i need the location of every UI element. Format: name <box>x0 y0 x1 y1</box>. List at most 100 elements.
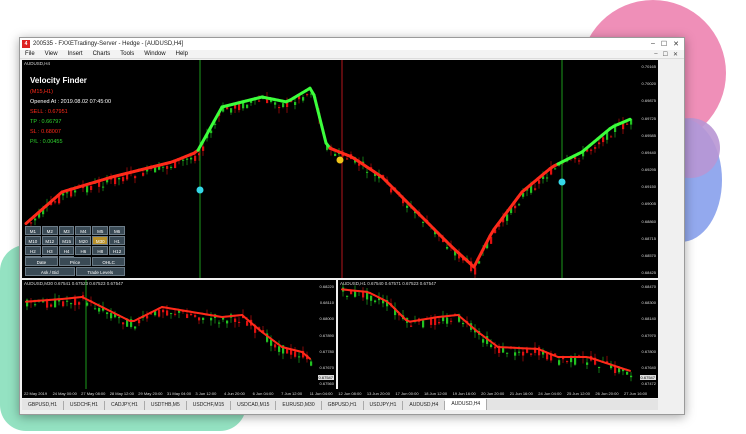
candle-body <box>118 317 121 319</box>
candle-body <box>278 346 281 352</box>
candle-body <box>202 317 205 320</box>
candle-body <box>554 168 557 170</box>
menu-window[interactable]: Window <box>139 51 170 57</box>
timeframe-button-m30[interactable]: M30 <box>92 236 109 245</box>
price-tick-label: 0.69005 <box>641 201 656 207</box>
menu-bar: File View Insert Charts Tools Window Hel… <box>20 50 684 59</box>
chart-tab[interactable]: GBPUSD,H1 <box>22 401 64 410</box>
main-price-chart[interactable]: AUDUSD,H4 0.70165 0.70020 0.69875 0.69725 0.… <box>22 60 658 278</box>
candle-body <box>278 107 281 109</box>
menu-file[interactable]: File <box>20 51 40 57</box>
candle-body <box>518 351 521 353</box>
timeframe-button-h8[interactable]: H8 <box>92 246 109 255</box>
candle-body <box>94 308 97 310</box>
ohlc-button[interactable]: OHLC <box>92 257 126 266</box>
candle-body <box>158 309 161 317</box>
candle-body <box>586 362 589 365</box>
candle-body <box>474 267 477 275</box>
chart-tab[interactable]: USDCHF,H1 <box>64 401 105 410</box>
ask-bid-button[interactable]: Ask / Bid <box>25 267 75 276</box>
menu-insert[interactable]: Insert <box>63 51 88 57</box>
timeframe-button-m20[interactable]: M20 <box>75 236 92 245</box>
timeframe-button-h3[interactable]: H3 <box>41 246 58 255</box>
trend-line-segment <box>312 93 320 113</box>
candle-body <box>134 326 137 329</box>
price-button[interactable]: Price <box>58 257 92 266</box>
menu-tools[interactable]: Tools <box>115 51 139 57</box>
candle-body <box>74 190 77 193</box>
title-bar: 4 200535 - FXXETradingy-Server - Hedge -… <box>20 38 684 50</box>
candle-body <box>274 102 277 105</box>
child-minimize-icon[interactable]: – <box>654 51 657 58</box>
candle-body <box>590 149 593 151</box>
candle-body <box>446 246 449 249</box>
close-icon[interactable]: ✕ <box>673 40 679 48</box>
chart-tab[interactable]: AUDUSD,H4 <box>445 399 488 410</box>
candle-body <box>30 222 33 224</box>
date-button[interactable]: Date <box>25 257 58 266</box>
price-tick-label: 0.68140 <box>641 316 656 322</box>
minimize-icon[interactable]: – <box>651 40 655 48</box>
candle-body <box>170 313 173 315</box>
candle-body <box>422 221 425 223</box>
menu-charts[interactable]: Charts <box>88 51 116 57</box>
candle-body <box>574 157 577 160</box>
timeframe-button-h12[interactable]: H12 <box>109 246 125 255</box>
maximize-icon[interactable]: ☐ <box>661 40 667 48</box>
timeframe-button-m15[interactable]: M15 <box>58 236 75 245</box>
candle-body <box>282 103 285 108</box>
time-tick-label: 26 Jun 20:00 <box>595 391 619 396</box>
candle-body <box>170 166 173 168</box>
timeframe-button-m3[interactable]: M3 <box>58 226 75 235</box>
candle-body <box>594 147 597 149</box>
child-close-icon[interactable]: ✕ <box>673 51 678 58</box>
candle-body <box>202 146 205 151</box>
candle-body <box>490 344 493 347</box>
candle-body <box>194 155 197 161</box>
candle-body <box>258 100 261 102</box>
chart-tab[interactable]: USDTHB,M5 <box>145 401 187 410</box>
timeframe-button-h1[interactable]: H1 <box>109 236 125 245</box>
candle-body <box>122 177 125 182</box>
timeframe-button-m4[interactable]: M4 <box>75 226 92 235</box>
candle-body <box>438 322 441 324</box>
timeframe-button-m2[interactable]: M2 <box>41 226 58 235</box>
timeframe-button-h4[interactable]: H4 <box>58 246 75 255</box>
timeframe-button-h6[interactable]: H6 <box>75 246 92 255</box>
timeframe-button-m5[interactable]: M5 <box>92 226 109 235</box>
chart-tab[interactable]: USDCHF,M15 <box>187 401 232 410</box>
sell-value: SELL : 0.67951 <box>30 109 68 115</box>
candle-body <box>410 325 413 327</box>
chart-tab[interactable]: GBPUSD,H1 <box>322 401 364 410</box>
chart-tab[interactable]: AUDUSD,H4 <box>403 401 446 410</box>
price-tick-label: 0.69295 <box>641 167 656 172</box>
price-tick-label: 0.70165 <box>641 64 656 69</box>
timeframe-button-h2[interactable]: H2 <box>25 246 41 255</box>
chart-tab[interactable]: CADJPY,H1 <box>105 401 145 410</box>
timeframe-button-m10[interactable]: M10 <box>25 236 41 245</box>
candle-body <box>462 323 465 325</box>
h1-price-chart[interactable]: AUDUSD,H1 0.67540 0.67571 0.67523 0.6754… <box>338 280 658 389</box>
main-chart-symbol: AUDUSD,H4 <box>24 61 51 66</box>
chart-tab[interactable]: EURUSD,M30 <box>276 401 322 410</box>
m30-chart-canvas <box>25 280 313 389</box>
chart-tab[interactable]: USDJPY,H1 <box>364 401 404 410</box>
timeframe-button-m6[interactable]: M6 <box>109 226 125 235</box>
price-tick-label: 0.67560 <box>319 381 334 386</box>
candle-body <box>506 352 509 354</box>
m30-price-chart[interactable]: AUDUSD,M30 0.67541 0.67523 0.67523 0.675… <box>22 280 336 389</box>
price-tick-label: 0.68470 <box>641 284 656 289</box>
timeframe-button-m1[interactable]: M1 <box>25 226 41 235</box>
child-restore-icon[interactable]: ☐ <box>663 51 668 58</box>
candle-body <box>346 158 349 160</box>
candle-body <box>66 300 69 302</box>
candle-body <box>66 192 69 194</box>
trade-levels-button[interactable]: Trade Levels <box>75 267 125 276</box>
menu-help[interactable]: Help <box>171 51 193 57</box>
candle-body <box>226 320 229 324</box>
timeframe-button-m12[interactable]: M12 <box>41 236 58 245</box>
signal-dot <box>196 186 204 194</box>
chart-tab[interactable]: USDCAD,M15 <box>231 401 277 410</box>
menu-view[interactable]: View <box>40 51 63 57</box>
candle-body <box>626 371 629 375</box>
